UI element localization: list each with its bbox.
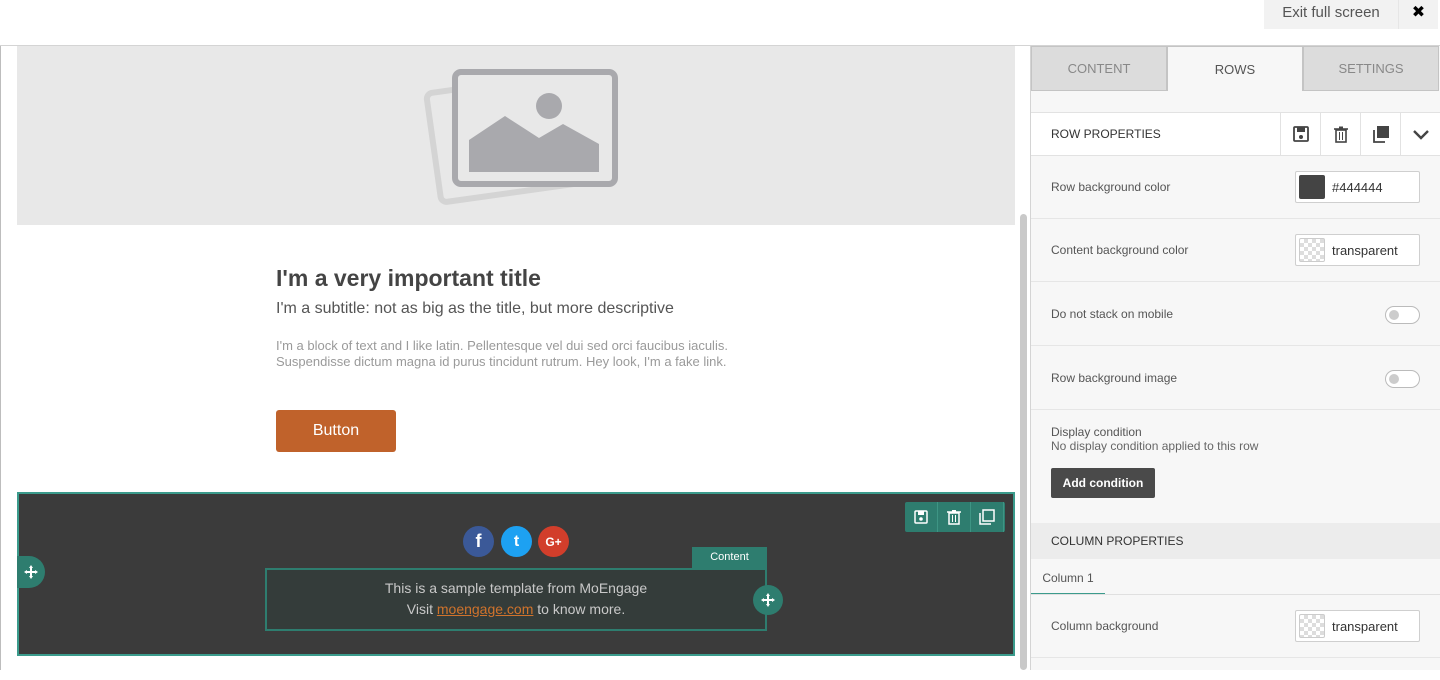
save-icon[interactable]: [1280, 113, 1320, 155]
content-drag-handle-icon[interactable]: [753, 585, 783, 615]
tab-settings[interactable]: SETTINGS: [1303, 46, 1439, 91]
display-condition-label: Display condition: [1051, 425, 1142, 439]
twitter-icon[interactable]: t: [501, 526, 532, 557]
properties-panel: CONTENT ROWS SETTINGS ROW PROPERTIES Row…: [1030, 46, 1440, 670]
row-background-image-row: Row background image: [1031, 346, 1440, 410]
column-background-label: Column background: [1051, 619, 1159, 633]
content-tag: Content: [692, 547, 767, 568]
column-background-swatch: [1299, 614, 1325, 638]
email-body-text: I'm a block of text and I like latin. Pe…: [276, 338, 728, 369]
selected-row[interactable]: f t G+ Content This is a sample template…: [17, 492, 1015, 656]
footer-line-2: Visit moengage.com to know more.: [267, 601, 765, 617]
canvas-scrollbar[interactable]: [1020, 214, 1027, 670]
close-icon[interactable]: ✖: [1398, 0, 1438, 29]
row-background-image-label: Row background image: [1051, 371, 1178, 385]
chevron-down-icon[interactable]: [1400, 113, 1440, 155]
email-canvas: I'm a very important title I'm a subtitl…: [0, 46, 1030, 670]
email-subtitle: I'm a subtitle: not as big as the title,…: [276, 300, 674, 317]
content-background-color-label: Content background color: [1051, 243, 1189, 257]
facebook-icon[interactable]: f: [463, 526, 494, 557]
column-properties-title: COLUMN PROPERTIES: [1051, 534, 1184, 548]
row-properties-header: ROW PROPERTIES: [1031, 112, 1440, 156]
tab-column-1[interactable]: Column 1: [1031, 563, 1105, 595]
delete-row-icon[interactable]: [938, 502, 971, 532]
row-background-color-row: Row background color #444444: [1031, 156, 1440, 219]
column-background-color-field[interactable]: transparent: [1295, 610, 1420, 642]
duplicate-icon[interactable]: [1360, 113, 1400, 155]
row-background-color-value: #444444: [1332, 180, 1383, 195]
footer-line-2-prefix: Visit: [406, 601, 437, 617]
email-button[interactable]: Button: [276, 410, 396, 452]
content-background-swatch: [1299, 238, 1325, 262]
row-toolbar: [905, 502, 1005, 532]
row-background-color-field[interactable]: #444444: [1295, 171, 1420, 203]
email-title: I'm a very important title: [276, 265, 541, 291]
google-plus-icon[interactable]: G+: [538, 526, 569, 557]
column-background-row: Column background transparent: [1031, 595, 1440, 658]
content-background-color-row: Content background color transparent: [1031, 219, 1440, 282]
trash-icon[interactable]: [1320, 113, 1360, 155]
duplicate-row-icon[interactable]: [971, 502, 1004, 532]
content-background-color-field[interactable]: transparent: [1295, 234, 1420, 266]
row-properties-title: ROW PROPERTIES: [1051, 127, 1161, 141]
row-background-image-toggle[interactable]: [1385, 370, 1420, 388]
stack-on-mobile-toggle[interactable]: [1385, 306, 1420, 324]
moengage-link[interactable]: moengage.com: [437, 601, 534, 617]
stack-on-mobile-row: Do not stack on mobile: [1031, 282, 1440, 346]
tab-content[interactable]: CONTENT: [1031, 46, 1167, 91]
column-properties-header: COLUMN PROPERTIES: [1031, 523, 1440, 559]
image-placeholder[interactable]: [17, 46, 1015, 225]
display-condition-description: No display condition applied to this row: [1051, 439, 1259, 453]
top-bar: Exit full screen ✖: [0, 0, 1440, 46]
footer-line-2-suffix: to know more.: [533, 601, 626, 617]
image-placeholder-icon: [423, 69, 618, 205]
panel-tabs: CONTENT ROWS SETTINGS: [1031, 46, 1440, 91]
row-drag-handle-icon[interactable]: [17, 556, 45, 588]
text-content-block[interactable]: This is a sample template from MoEngage …: [265, 568, 767, 631]
save-row-icon[interactable]: [905, 502, 938, 532]
stack-on-mobile-label: Do not stack on mobile: [1051, 307, 1174, 321]
content-background-color-value: transparent: [1332, 243, 1398, 258]
row-background-color-label: Row background color: [1051, 180, 1171, 194]
exit-full-screen-button[interactable]: Exit full screen: [1264, 0, 1398, 29]
row-background-swatch: [1299, 175, 1325, 199]
tab-rows[interactable]: ROWS: [1167, 46, 1303, 91]
add-condition-button[interactable]: Add condition: [1051, 468, 1155, 498]
footer-line-1: This is a sample template from MoEngage: [384, 580, 648, 596]
column-background-color-value: transparent: [1332, 619, 1398, 634]
